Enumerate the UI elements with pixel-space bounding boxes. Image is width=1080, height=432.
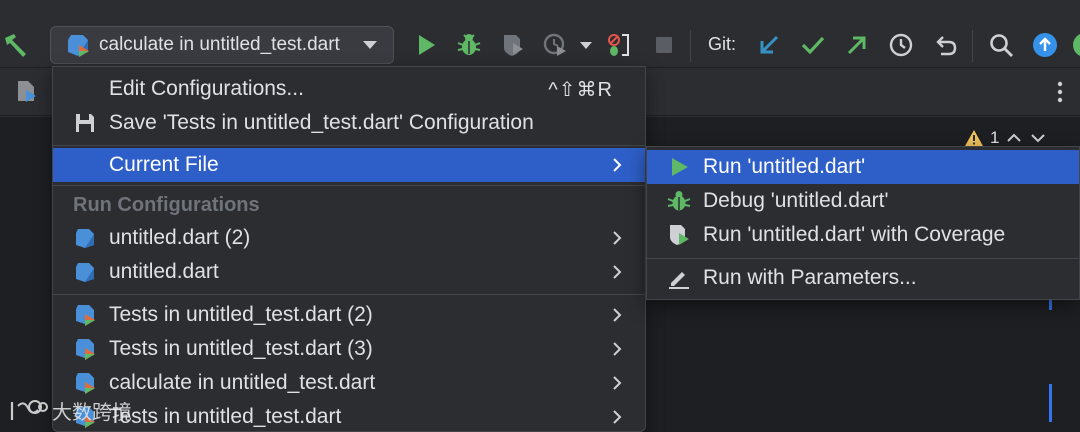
submenu-item-debug[interactable]: Debug 'untitled.dart'	[647, 184, 1079, 218]
edit-pencil-icon	[669, 272, 689, 289]
dart-icon	[76, 229, 94, 248]
dart-test-icon	[76, 339, 95, 360]
run-configuration-selector[interactable]: calculate in untitled_test.dart	[50, 26, 394, 64]
submenu-item-label: Run with Parameters...	[703, 266, 917, 289]
menu-item-label: Tests in untitled_test.dart (3)	[109, 337, 373, 360]
debug-bug-icon[interactable]	[456, 32, 482, 58]
run-configurations-header: Run Configurations	[73, 194, 260, 216]
chevron-right-icon	[613, 265, 622, 279]
chevron-down-icon	[363, 41, 377, 49]
toolbar-separator	[972, 30, 973, 62]
menu-item-label: Save 'Tests in untitled_test.dart' Confi…	[109, 111, 534, 134]
chevron-right-icon	[613, 158, 622, 172]
avatar[interactable]	[1072, 32, 1080, 58]
menu-item-label: Tests in untitled_test.dart (2)	[109, 303, 373, 326]
submenu-item-label: Run 'untitled.dart' with Coverage	[703, 223, 1006, 246]
search-icon[interactable]	[988, 32, 1014, 58]
watermark-logo-icon	[10, 399, 48, 420]
debug-bug-icon	[667, 191, 691, 211]
warning-count: 1	[990, 128, 1000, 147]
scrollbar-marker	[1049, 384, 1052, 422]
menu-item-label: untitled.dart (2)	[109, 226, 251, 249]
submenu-item-run[interactable]: Run 'untitled.dart'	[647, 150, 1079, 184]
submenu-item-label: Run 'untitled.dart'	[703, 155, 866, 178]
run-configuration-label: calculate in untitled_test.dart	[99, 34, 340, 55]
history-clock-icon[interactable]	[888, 32, 914, 58]
run-with-coverage-icon	[670, 225, 689, 245]
menu-item-label: Tests in untitled_test.dart	[109, 405, 342, 428]
more-vertical-icon[interactable]	[1050, 80, 1070, 104]
menu-item-test-config[interactable]: Tests in untitled_test.dart (3)	[53, 332, 645, 366]
profile-clock-icon[interactable]	[542, 32, 568, 58]
dart-file-icon[interactable]	[14, 78, 40, 104]
main-toolbar: calculate in untitled_test.dart Git:	[0, 0, 1080, 68]
git-push-arrow-icon[interactable]	[844, 32, 870, 58]
dart-test-icon	[76, 373, 95, 394]
menu-item-edit-configurations[interactable]: Edit Configurations... ^⇧⌘R	[53, 72, 645, 106]
run-configurations-popup: Edit Configurations... ^⇧⌘R Save 'Tests …	[52, 66, 646, 432]
menu-item-run-config[interactable]: untitled.dart (2)	[53, 221, 645, 255]
menu-item-save-configuration[interactable]: Save 'Tests in untitled_test.dart' Confi…	[53, 106, 645, 140]
ide-update-icon[interactable]	[1032, 32, 1058, 58]
chevron-down-icon[interactable]	[1029, 131, 1047, 145]
rollback-undo-icon[interactable]	[932, 32, 958, 58]
menu-item-label: Current File	[109, 153, 219, 176]
chevron-right-icon	[613, 308, 622, 322]
menu-separator	[53, 145, 645, 146]
dart-test-config-icon	[68, 35, 89, 57]
chevron-right-icon	[613, 376, 622, 390]
chevron-right-icon	[613, 342, 622, 356]
menu-item-current-file[interactable]: Current File	[53, 148, 645, 182]
watermark: 大数跨境	[8, 396, 132, 425]
current-file-submenu: Run 'untitled.dart' Debug 'untitled.dart…	[646, 146, 1080, 300]
chevron-right-icon	[613, 410, 622, 424]
warning-icon	[965, 130, 983, 146]
build-hammer-icon[interactable]	[2, 30, 30, 58]
stop-icon[interactable]	[651, 32, 677, 58]
chevron-up-icon[interactable]	[1005, 131, 1023, 145]
git-label: Git:	[708, 34, 737, 54]
submenu-separator	[647, 258, 1079, 259]
run-play-icon	[672, 158, 688, 176]
submenu-item-label: Debug 'untitled.dart'	[703, 189, 889, 212]
menu-item-run-config[interactable]: untitled.dart	[53, 255, 645, 289]
watermark-text: 大数跨境	[52, 402, 132, 424]
menu-item-test-config[interactable]: Tests in untitled_test.dart	[53, 400, 645, 431]
menu-separator	[53, 185, 645, 186]
git-commit-check-icon[interactable]	[800, 32, 826, 58]
menu-item-label: untitled.dart	[109, 260, 219, 283]
save-floppy-icon	[76, 114, 94, 132]
run-play-icon[interactable]	[413, 32, 439, 58]
dart-icon	[76, 263, 94, 282]
inspection-widget[interactable]: 1	[964, 128, 1047, 148]
submenu-item-run-with-coverage[interactable]: Run 'untitled.dart' with Coverage	[647, 218, 1079, 252]
menu-item-test-config[interactable]: calculate in untitled_test.dart	[53, 366, 645, 400]
attach-debugger-icon[interactable]	[606, 32, 632, 58]
keyboard-shortcut: ^⇧⌘R	[548, 78, 613, 101]
menu-item-test-config[interactable]: Tests in untitled_test.dart (2)	[53, 298, 645, 332]
toolbar-separator	[690, 30, 691, 62]
menu-separator	[53, 294, 645, 295]
git-update-arrow-icon[interactable]	[756, 32, 782, 58]
dart-test-icon	[76, 305, 95, 326]
menu-item-label: calculate in untitled_test.dart	[109, 371, 376, 394]
menu-item-label: Edit Configurations...	[109, 77, 304, 100]
submenu-item-run-with-parameters[interactable]: Run with Parameters...	[647, 261, 1079, 295]
chevron-right-icon	[613, 231, 622, 245]
more-run-options-chevron-icon[interactable]	[580, 42, 592, 49]
run-with-coverage-icon[interactable]	[500, 32, 526, 58]
